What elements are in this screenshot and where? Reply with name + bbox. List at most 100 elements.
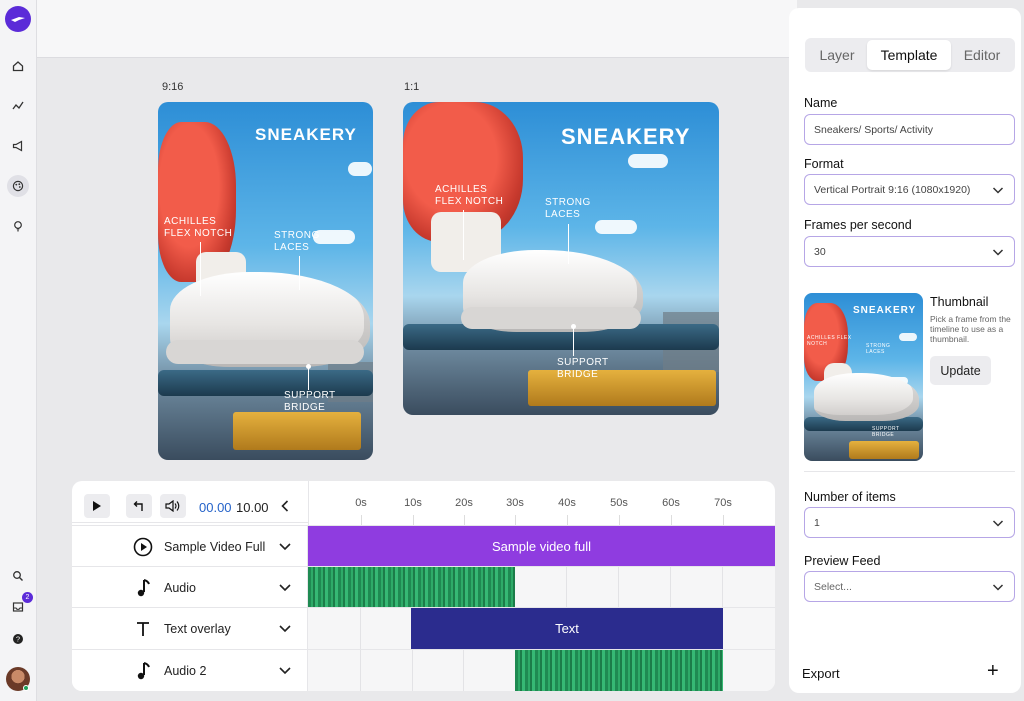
panel-tabs: Layer Template Editor bbox=[805, 38, 1015, 72]
play-button[interactable] bbox=[84, 494, 110, 518]
audio-clip[interactable] bbox=[515, 650, 723, 691]
help-icon[interactable]: ? bbox=[7, 628, 29, 650]
callout-achilles: ACHILLES FLEX NOTCH bbox=[435, 184, 504, 207]
track-header[interactable]: Audio bbox=[72, 567, 308, 608]
undo-button[interactable] bbox=[126, 494, 152, 518]
play-icon bbox=[93, 501, 101, 511]
nav-rail: 2 ? bbox=[0, 0, 37, 701]
track-lane[interactable] bbox=[308, 567, 775, 608]
ratio-label-1-1: 1:1 bbox=[404, 81, 420, 93]
megaphone-icon[interactable] bbox=[7, 135, 29, 157]
callout-support: SUPPORT BRIDGE bbox=[872, 426, 900, 438]
fps-value: 30 bbox=[814, 245, 826, 258]
tab-layer[interactable]: Layer bbox=[807, 40, 867, 70]
format-select[interactable]: Vertical Portrait 9:16 (1080x1920) bbox=[804, 174, 1015, 205]
collapse-timeline-button[interactable] bbox=[277, 496, 293, 516]
track-row: Audio bbox=[72, 566, 775, 608]
tab-editor[interactable]: Editor bbox=[951, 40, 1013, 70]
preview-feed-select[interactable]: Select... bbox=[804, 571, 1015, 602]
chevron-down-icon bbox=[992, 249, 1004, 256]
chevron-down-icon bbox=[992, 584, 1004, 591]
text-clip[interactable]: Text bbox=[411, 608, 723, 649]
callout-laces: STRONG LACES bbox=[866, 343, 891, 355]
track-row: Audio 2 bbox=[72, 649, 775, 691]
search-icon[interactable] bbox=[7, 565, 29, 587]
track-lane[interactable]: Text bbox=[308, 608, 775, 649]
name-label: Name bbox=[804, 96, 838, 110]
chevron-down-icon[interactable] bbox=[277, 579, 293, 597]
brand-title: SNEAKERY bbox=[853, 305, 917, 316]
timeline-panel: 00.00 10.00 0s 10s 20s 30s 40s 50s 60s 7… bbox=[72, 481, 775, 691]
callout-support: SUPPORT BRIDGE bbox=[284, 390, 336, 413]
text-icon bbox=[132, 618, 154, 640]
speaker-icon bbox=[165, 500, 180, 512]
tick-label: 30s bbox=[506, 497, 524, 509]
track-lane[interactable]: Sample video full bbox=[308, 526, 775, 567]
items-value: 1 bbox=[814, 516, 820, 529]
track-name: Text overlay bbox=[164, 622, 231, 636]
tick-label: 10s bbox=[404, 497, 422, 509]
fps-select[interactable]: 30 bbox=[804, 236, 1015, 267]
track-header[interactable]: Audio 2 bbox=[72, 650, 308, 691]
music-note-icon bbox=[132, 660, 154, 682]
online-status-dot bbox=[23, 685, 29, 691]
thumbnail-preview[interactable]: SNEAKERY ACHILLES FLEX NOTCH STRONG LACE… bbox=[804, 293, 923, 461]
callout-achilles: ACHILLES FLEX NOTCH bbox=[807, 335, 852, 347]
chevron-down-icon bbox=[992, 520, 1004, 527]
track-row: Text overlay Text bbox=[72, 607, 775, 649]
format-value: Vertical Portrait 9:16 (1080x1920) bbox=[814, 183, 971, 196]
callout-achilles: ACHILLES FLEX NOTCH bbox=[164, 216, 233, 239]
items-label: Number of items bbox=[804, 490, 896, 504]
audio-clip[interactable] bbox=[308, 567, 515, 608]
activity-icon[interactable] bbox=[7, 95, 29, 117]
name-field[interactable]: Sneakers/ Sports/ Activity bbox=[804, 114, 1015, 145]
inbox-icon[interactable]: 2 bbox=[7, 592, 33, 618]
update-thumbnail-button[interactable]: Update bbox=[930, 356, 991, 385]
time-ruler[interactable]: 0s 10s 20s 30s 40s 50s 60s 70s bbox=[308, 481, 775, 525]
chevron-down-icon bbox=[992, 187, 1004, 194]
add-export-button[interactable]: + bbox=[987, 660, 999, 683]
ratio-label-9-16: 9:16 bbox=[162, 81, 184, 93]
callout-laces: STRONG LACES bbox=[274, 230, 320, 253]
preview-frame-1-1[interactable]: SNEAKERY ACHILLES FLEX NOTCH STRONG LACE… bbox=[403, 102, 719, 415]
chevron-down-icon[interactable] bbox=[277, 620, 293, 638]
music-note-icon bbox=[132, 577, 154, 599]
track-lane[interactable] bbox=[308, 650, 775, 691]
app-logo[interactable] bbox=[5, 6, 31, 32]
undo-arrow-icon bbox=[133, 501, 143, 511]
thumbnail-title: Thumbnail bbox=[930, 295, 989, 309]
properties-panel: Layer Template Editor Name Sneakers/ Spo… bbox=[789, 8, 1021, 693]
logo-mark-icon bbox=[11, 17, 25, 22]
chevron-left-icon bbox=[281, 500, 289, 512]
video-clip[interactable]: Sample video full bbox=[308, 526, 775, 567]
track-name: Sample Video Full bbox=[164, 540, 266, 554]
items-select[interactable]: 1 bbox=[804, 507, 1015, 538]
brand-title: SNEAKERY bbox=[561, 124, 691, 149]
palette-icon[interactable] bbox=[7, 175, 29, 197]
brand-title: SNEAKERY bbox=[255, 125, 357, 144]
current-time: 00.00 bbox=[199, 500, 232, 515]
lightbulb-icon[interactable] bbox=[7, 215, 29, 237]
track-header[interactable]: Sample Video Full bbox=[72, 526, 308, 567]
volume-button[interactable] bbox=[160, 494, 186, 518]
tick-label: 0s bbox=[355, 497, 367, 509]
tick-label: 40s bbox=[558, 497, 576, 509]
top-bar bbox=[37, 0, 797, 58]
thumbnail-description: Pick a frame from the timeline to use as… bbox=[930, 314, 1011, 344]
tick-label: 60s bbox=[662, 497, 680, 509]
notification-badge: 2 bbox=[22, 592, 33, 603]
chevron-down-icon[interactable] bbox=[277, 538, 293, 556]
name-value: Sneakers/ Sports/ Activity bbox=[814, 123, 934, 136]
fps-label: Frames per second bbox=[804, 218, 912, 232]
home-icon[interactable] bbox=[7, 55, 29, 77]
export-label: Export bbox=[802, 666, 840, 681]
track-row: Sample Video Full Sample video full bbox=[72, 525, 775, 567]
tab-template[interactable]: Template bbox=[867, 40, 951, 70]
chevron-down-icon[interactable] bbox=[277, 662, 293, 680]
format-label: Format bbox=[804, 157, 844, 171]
playback-controls: 00.00 10.00 bbox=[72, 481, 308, 523]
preview-frame-9-16[interactable]: SNEAKERY ACHILLES FLEX NOTCH STRONG LACE… bbox=[158, 102, 373, 460]
tick-label: 50s bbox=[610, 497, 628, 509]
track-header[interactable]: Text overlay bbox=[72, 608, 308, 649]
preview-feed-placeholder: Select... bbox=[814, 580, 852, 593]
